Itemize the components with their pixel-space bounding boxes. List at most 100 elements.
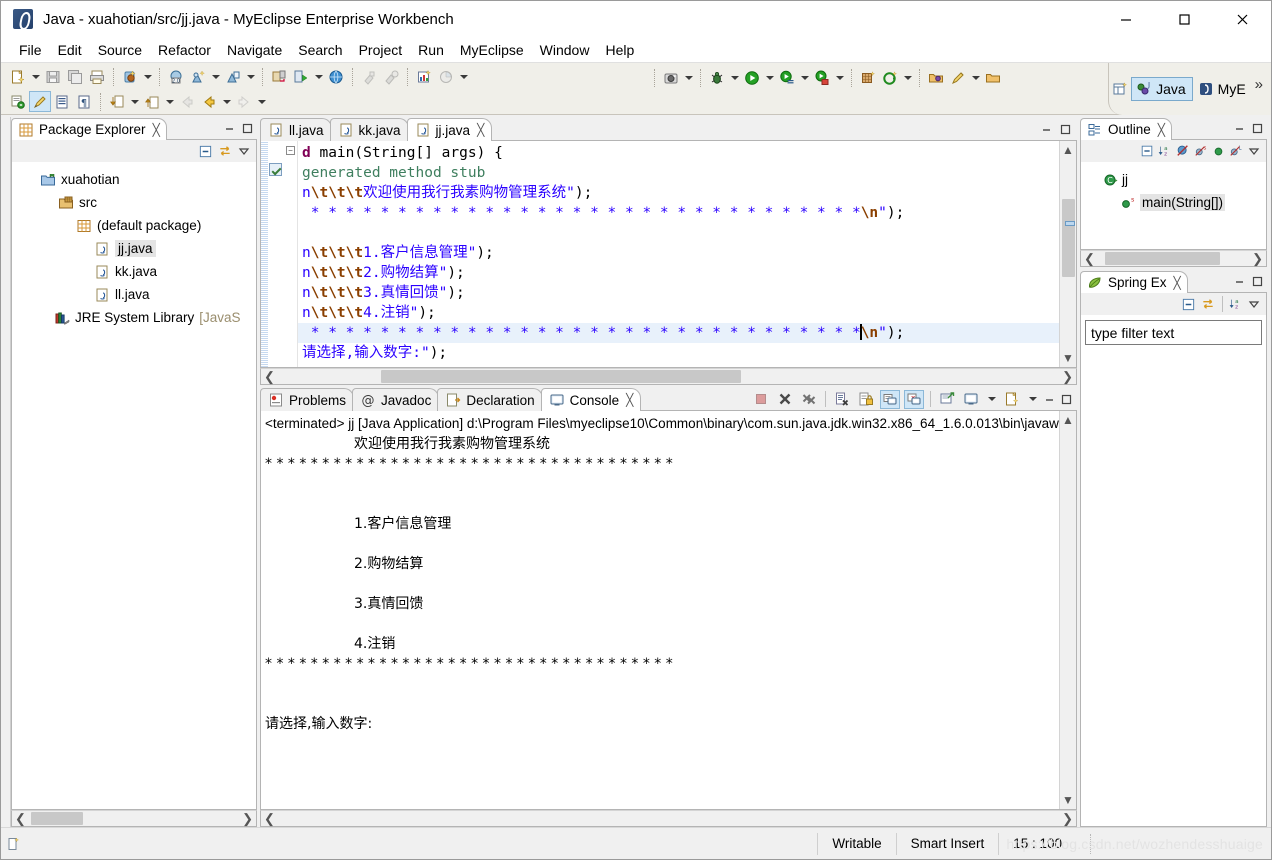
new-deployment-icon[interactable] (119, 66, 141, 87)
tab-declaration[interactable]: Declaration (437, 388, 543, 411)
editor-tab-kk-java[interactable]: kk.java (329, 118, 409, 141)
report-new-icon[interactable] (413, 66, 435, 87)
show-console-on-error-icon[interactable]: x (904, 389, 924, 409)
next-annotation-dropdown-icon[interactable] (128, 91, 141, 112)
scroll-right-icon[interactable]: ❯ (1062, 370, 1073, 383)
new-wizard-icon[interactable] (7, 66, 29, 87)
editor-annotation-ruler[interactable] (268, 141, 284, 367)
open-console-dropdown-icon[interactable] (1026, 389, 1039, 410)
tree-item-default-package[interactable]: (default package) (12, 214, 256, 237)
server-manage-icon[interactable] (268, 66, 290, 87)
debug-dropdown-icon[interactable] (728, 67, 741, 88)
tab-problems[interactable]: Problems (260, 388, 355, 411)
scroll-right-icon[interactable]: ❯ (1062, 812, 1073, 825)
view-menu-icon[interactable] (1247, 144, 1261, 158)
remove-launch-icon[interactable] (775, 390, 795, 409)
hide-fields-icon[interactable] (1212, 145, 1225, 158)
run-external-dropdown-icon[interactable] (833, 67, 846, 88)
editor-vscrollbar[interactable]: ▲ ▼ (1059, 141, 1076, 367)
editor-tab-ll-java[interactable]: ll.java (260, 118, 332, 141)
run-icon[interactable] (741, 67, 763, 88)
tree-item-jj-java[interactable]: jj.java (12, 237, 256, 260)
scroll-down-icon[interactable]: ▼ (1062, 793, 1074, 807)
new-generic-icon[interactable] (879, 67, 901, 88)
scroll-left-icon[interactable]: ❮ (264, 370, 275, 383)
run-dropdown-icon[interactable] (763, 67, 776, 88)
build-icon[interactable] (358, 66, 380, 87)
save-icon[interactable] (42, 66, 64, 87)
maximize-button[interactable] (1155, 1, 1213, 37)
tab-javadoc[interactable]: @ Javadoc (352, 388, 440, 411)
new-generic-dropdown-icon[interactable] (901, 67, 914, 88)
show-console-on-output-icon[interactable] (880, 389, 900, 409)
scroll-right-icon[interactable]: ❯ (242, 812, 253, 825)
db-explorer-new-icon[interactable] (187, 66, 209, 87)
pen-dropdown-icon[interactable] (969, 67, 982, 88)
new-deployment-dropdown-icon[interactable] (141, 66, 154, 87)
close-icon[interactable]: ╳ (1158, 123, 1165, 137)
console-vscrollbar[interactable]: ▲ ▼ (1059, 411, 1076, 809)
globe-icon[interactable] (325, 66, 347, 87)
collapse-all-icon[interactable] (1181, 297, 1196, 312)
scroll-up-icon[interactable]: ▲ (1062, 413, 1074, 427)
run-external-icon[interactable] (811, 67, 833, 88)
sort-icon[interactable]: az (1158, 144, 1172, 158)
menu-edit[interactable]: Edit (50, 39, 90, 61)
maximize-icon[interactable] (1060, 393, 1073, 406)
back-dropdown-icon[interactable] (220, 91, 233, 112)
minimize-icon[interactable] (1043, 393, 1056, 406)
remove-all-launches-icon[interactable] (799, 390, 819, 409)
menu-myeclipse[interactable]: MyEclipse (452, 39, 532, 61)
hide-non-public-icon[interactable] (1176, 144, 1190, 158)
hscroll-thumb[interactable] (381, 370, 741, 383)
next-annotation-icon[interactable] (106, 91, 128, 112)
menu-window[interactable]: Window (532, 39, 598, 61)
tab-outline[interactable]: Outline ╳ (1080, 118, 1173, 140)
report-icon[interactable] (435, 66, 457, 87)
menu-help[interactable]: Help (597, 39, 642, 61)
new-wizard-dropdown-icon[interactable] (29, 66, 42, 87)
menu-refactor[interactable]: Refactor (150, 39, 219, 61)
editor-tab-jj-java[interactable]: jj.java ╳ (406, 118, 493, 141)
editor-code-area[interactable]: d main(String[] args) { generated method… (298, 141, 1059, 367)
menu-project[interactable]: Project (351, 39, 411, 61)
terminate-icon[interactable] (751, 390, 771, 409)
tree-item-xuahotian[interactable]: xuahotian (12, 168, 256, 191)
close-icon[interactable]: ╳ (477, 123, 484, 137)
menu-file[interactable]: File (11, 39, 50, 61)
report-dropdown-icon[interactable] (457, 66, 470, 87)
hscroll-thumb[interactable] (1105, 252, 1220, 265)
view-menu-icon[interactable] (1247, 297, 1261, 311)
scroll-lock-icon[interactable] (856, 390, 876, 409)
pen-icon[interactable] (947, 67, 969, 88)
perspective-more-icon[interactable]: » (1253, 76, 1267, 103)
maximize-icon[interactable] (1059, 123, 1072, 136)
tree-item-jre-system-library[interactable]: JRE System Library [JavaS (12, 306, 256, 329)
open-console-icon[interactable] (1002, 390, 1022, 409)
maximize-icon[interactable] (1251, 275, 1264, 288)
run-config-icon[interactable] (776, 67, 798, 88)
forward-dropdown-icon[interactable] (255, 91, 268, 112)
display-selected-console-dropdown-icon[interactable] (985, 389, 998, 410)
filter-input[interactable]: type filter text (1085, 320, 1262, 345)
scroll-left-icon[interactable]: ❮ (15, 812, 26, 825)
minimize-icon[interactable] (1233, 275, 1246, 288)
camera-snapshot-icon[interactable] (660, 67, 682, 88)
sort-icon[interactable]: az (1229, 297, 1243, 311)
tree-item-src[interactable]: src (12, 191, 256, 214)
outline-item-jj[interactable]: C jj (1081, 168, 1266, 191)
vscroll-thumb[interactable] (1062, 199, 1075, 277)
collapse-all-icon[interactable] (1140, 144, 1154, 158)
highlight-pen-icon[interactable] (29, 91, 51, 112)
view-menu-icon[interactable] (237, 144, 251, 158)
outline-list-icon[interactable] (51, 91, 73, 112)
perspective-myeclipse[interactable]: MyE (1193, 77, 1253, 101)
previous-annotation-dropdown-icon[interactable] (163, 91, 176, 112)
scroll-down-icon[interactable]: ▼ (1062, 351, 1074, 365)
display-selected-console-icon[interactable] (961, 390, 981, 409)
collapse-all-icon[interactable] (198, 144, 213, 159)
maximize-icon[interactable] (1251, 122, 1264, 135)
clear-console-icon[interactable] (832, 390, 852, 409)
close-button[interactable] (1213, 1, 1271, 37)
menu-run[interactable]: Run (410, 39, 452, 61)
